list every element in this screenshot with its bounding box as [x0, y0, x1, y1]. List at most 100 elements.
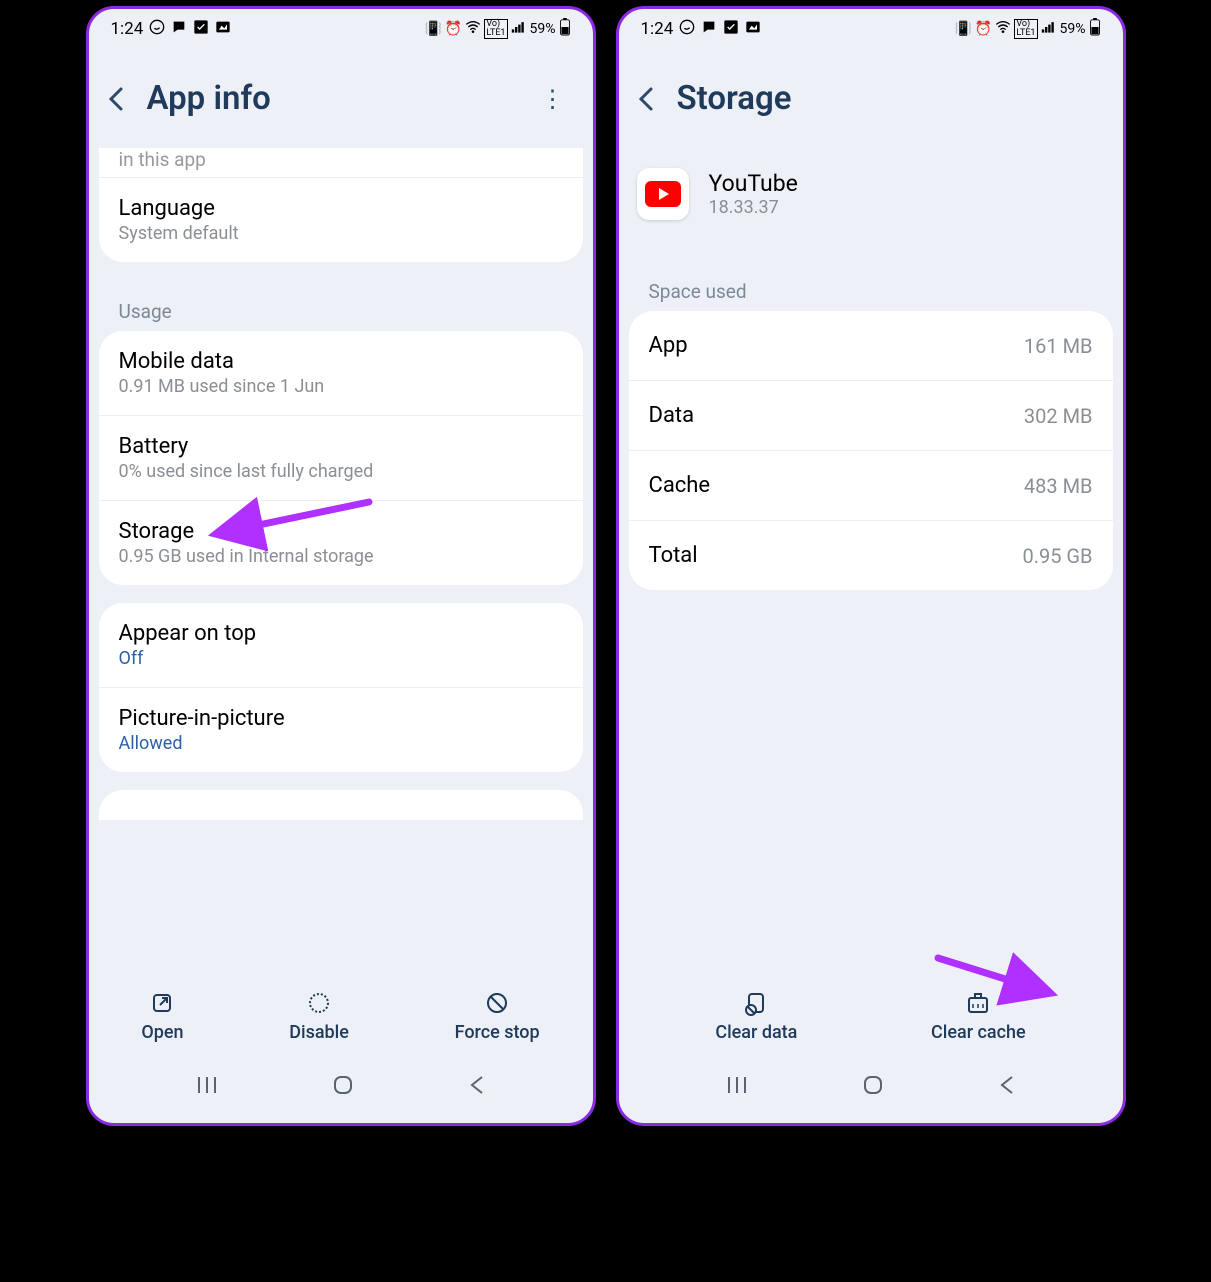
status-bar: 1:24 📳 ⏰ Vo)LTE1 59%: [619, 9, 1123, 49]
battery-sub: 0% used since last fully charged: [119, 461, 563, 482]
card-language: in this app Language System default: [99, 148, 583, 262]
row-mobile-data[interactable]: Mobile data 0.91 MB used since 1 Jun: [99, 331, 583, 415]
header: Storage: [619, 49, 1123, 148]
volte-icon: Vo)LTE1: [1014, 19, 1037, 39]
storage-title: Storage: [119, 519, 563, 544]
signal-icon: [511, 20, 527, 38]
row-battery[interactable]: Battery 0% used since last fully charged: [99, 415, 583, 500]
chat-icon: [171, 19, 187, 40]
vibrate-icon: 📳: [424, 21, 441, 37]
card-space: App 161 MB Data 302 MB Cache 483 MB Tota…: [629, 311, 1113, 590]
app-name: YouTube: [709, 170, 798, 197]
gallery-icon: [215, 19, 231, 40]
appearontop-title: Appear on top: [119, 621, 563, 646]
nav-back[interactable]: [998, 1073, 1016, 1103]
nav-home[interactable]: [861, 1073, 885, 1103]
nav-recents[interactable]: [195, 1075, 219, 1101]
whatsapp-icon: [149, 19, 165, 40]
card-cut-bottom: [99, 790, 583, 820]
row-appear-on-top[interactable]: Appear on top Off: [99, 603, 583, 687]
phone-right-storage: 1:24 📳 ⏰ Vo)LTE1 59%: [616, 6, 1126, 1126]
status-time: 1:24: [641, 19, 674, 39]
disable-icon: [306, 990, 332, 1016]
data-size-value: 302 MB: [1024, 404, 1093, 428]
alarm-icon: ⏰: [975, 21, 992, 37]
app-size-value: 161 MB: [1024, 334, 1093, 358]
youtube-app-icon: [637, 168, 689, 220]
open-icon: [149, 990, 175, 1016]
language-sub: System default: [119, 223, 563, 244]
volte-icon: Vo)LTE1: [484, 19, 507, 39]
battery-title: Battery: [119, 434, 563, 459]
disable-button[interactable]: Disable: [289, 990, 349, 1043]
app-header: YouTube 18.33.37: [619, 148, 1123, 260]
open-button[interactable]: Open: [141, 990, 183, 1043]
youtube-icon: [645, 181, 681, 207]
row-storage[interactable]: Storage 0.95 GB used in Internal storage: [99, 500, 583, 585]
battery-icon: [1089, 18, 1101, 40]
app-size-label: App: [649, 333, 688, 358]
more-button[interactable]: ⋮: [531, 85, 575, 113]
nav-recents[interactable]: [725, 1075, 749, 1101]
clear-data-button[interactable]: Clear data: [715, 990, 797, 1043]
chat-icon: [701, 19, 717, 40]
page-title: App info: [147, 79, 511, 118]
whatsapp-icon: [679, 19, 695, 40]
forcestop-button[interactable]: Force stop: [455, 990, 540, 1043]
pip-title: Picture-in-picture: [119, 706, 563, 731]
header: App info ⋮: [89, 49, 593, 148]
row-data-size: Data 302 MB: [629, 380, 1113, 450]
cache-size-label: Cache: [649, 473, 711, 498]
nav-home[interactable]: [331, 1073, 355, 1103]
check-icon: [723, 19, 739, 40]
cache-size-value: 483 MB: [1024, 474, 1093, 498]
card-display: Appear on top Off Picture-in-picture All…: [99, 603, 583, 772]
total-size-value: 0.95 GB: [1022, 544, 1092, 568]
forcestop-icon: [484, 990, 510, 1016]
battery-icon: [559, 18, 571, 40]
row-language[interactable]: Language System default: [99, 177, 583, 262]
signal-icon: [1041, 20, 1057, 38]
navbar: [619, 1053, 1123, 1123]
row-pip[interactable]: Picture-in-picture Allowed: [99, 687, 583, 772]
mobiledata-title: Mobile data: [119, 349, 563, 374]
language-title: Language: [119, 196, 563, 221]
row-app-size: App 161 MB: [629, 311, 1113, 380]
app-version: 18.33.37: [709, 197, 798, 218]
clear-data-icon: [743, 990, 769, 1016]
storage-sub: 0.95 GB used in Internal storage: [119, 546, 563, 567]
clear-data-label: Clear data: [715, 1022, 797, 1043]
row-total-size: Total 0.95 GB: [629, 520, 1113, 590]
back-button[interactable]: [637, 85, 657, 113]
cut-prev-row: in this app: [99, 148, 583, 177]
open-label: Open: [141, 1022, 183, 1043]
content-scroll[interactable]: in this app Language System default Usag…: [89, 148, 593, 978]
mobiledata-sub: 0.91 MB used since 1 Jun: [119, 376, 563, 397]
phone-left-app-info: 1:24 📳 ⏰ Vo)LTE1 59%: [86, 6, 596, 1126]
forcestop-label: Force stop: [455, 1022, 540, 1043]
status-time: 1:24: [111, 19, 144, 39]
row-cache-size: Cache 483 MB: [629, 450, 1113, 520]
vibrate-icon: 📳: [954, 21, 971, 37]
back-button[interactable]: [107, 85, 127, 113]
clear-cache-button[interactable]: Clear cache: [931, 990, 1026, 1043]
nav-back[interactable]: [468, 1073, 486, 1103]
check-icon: [193, 19, 209, 40]
bottom-actions: Open Disable Force stop: [89, 978, 593, 1053]
clear-cache-icon: [965, 990, 991, 1016]
pip-value: Allowed: [119, 733, 563, 754]
wifi-icon: [465, 20, 481, 38]
section-usage: Usage: [99, 280, 583, 331]
clear-cache-label: Clear cache: [931, 1022, 1026, 1043]
content-scroll[interactable]: Space used App 161 MB Data 302 MB Cache …: [619, 260, 1123, 978]
navbar: [89, 1053, 593, 1123]
data-size-label: Data: [649, 403, 695, 428]
disable-label: Disable: [289, 1022, 349, 1043]
appearontop-value: Off: [119, 648, 563, 669]
alarm-icon: ⏰: [445, 21, 462, 37]
wifi-icon: [995, 20, 1011, 38]
battery-percent: 59%: [1060, 21, 1086, 37]
bottom-actions: Clear data Clear cache: [619, 978, 1123, 1053]
total-size-label: Total: [649, 543, 698, 568]
page-title: Storage: [677, 79, 1105, 118]
